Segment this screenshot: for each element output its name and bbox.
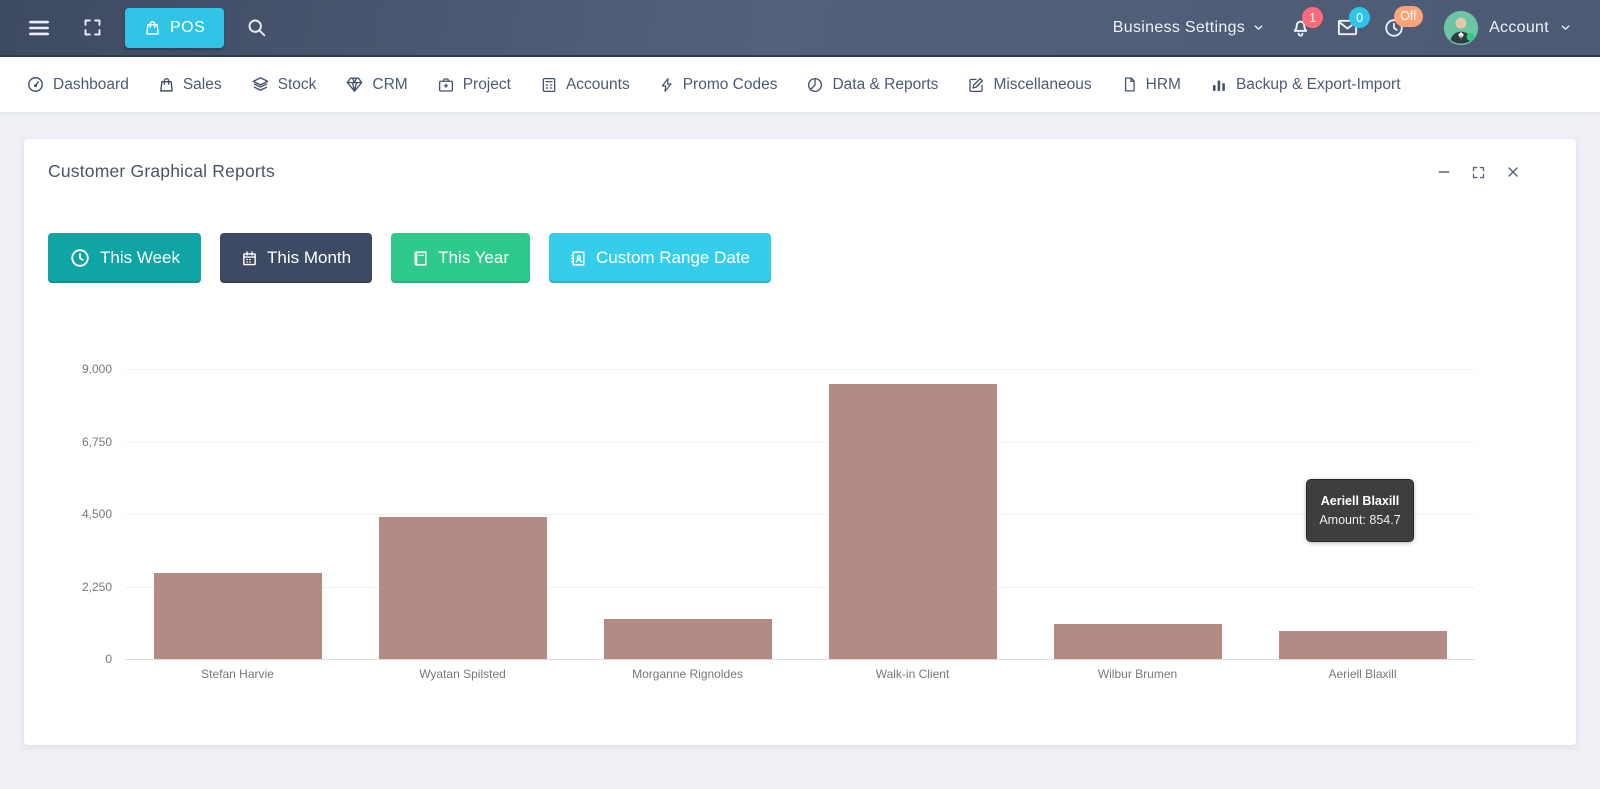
nav-item-dashboard[interactable]: Dashboard [26,75,129,94]
bar-aeriell-blaxill[interactable] [1279,631,1447,659]
notifications-button[interactable]: 1 [1289,16,1312,39]
messages-button[interactable]: 0 [1336,16,1359,39]
nav-item-stock[interactable]: Stock [251,75,317,94]
nav-item-label: CRM [372,76,407,94]
shopping-bag-icon [144,19,161,36]
y-axis-tick-label: 9,000 [42,362,112,376]
nav-item-label: Accounts [566,76,630,94]
bar-morganne-rignoldes[interactable] [604,619,772,659]
nav-item-hrm[interactable]: HRM [1121,76,1181,94]
briefcase-icon [437,76,455,94]
chevron-down-icon [1252,21,1265,34]
bar-walk-in-client[interactable] [829,384,997,659]
nav-item-label: Sales [183,76,222,94]
x-axis-category-label: Wilbur Brumen [1033,667,1243,681]
customer-graphical-reports-card: Customer Graphical Reports This WeekThis… [24,139,1576,745]
nav-item-promo-codes[interactable]: Promo Codes [659,76,778,94]
business-settings-menu[interactable]: Business Settings [1113,19,1265,37]
x-axis-category-label: Morganne Rignoldes [583,667,793,681]
bar-wilbur-brumen[interactable] [1054,624,1222,659]
nav-item-miscellaneous[interactable]: Miscellaneous [967,76,1091,94]
x-axis-category-label: Aeriell Blaxill [1258,667,1468,681]
bolt-icon [659,77,675,93]
pos-button[interactable]: POS [125,8,224,48]
clock-status-badge: Off [1394,6,1422,27]
nav-item-label: Project [463,76,511,94]
avatar [1443,10,1479,46]
x-axis-category-label: Walk-in Client [808,667,1018,681]
hamburger-menu-icon[interactable] [18,7,60,49]
chevron-down-icon [1559,21,1572,34]
business-settings-label: Business Settings [1113,19,1245,37]
pos-button-label: POS [170,19,205,37]
x-axis-category-label: Stefan Harvie [133,667,343,681]
y-axis-tick-label: 4,500 [42,507,112,521]
tooltip-value: Amount: 854.7 [1319,513,1400,527]
chart-tooltip: Aeriell Blaxill Amount: 854.7 [1306,479,1414,542]
gem-icon [345,75,364,94]
nav-item-label: Data & Reports [832,76,938,94]
bar-chart-icon [1210,76,1228,94]
nav-item-sales[interactable]: Sales [158,76,222,94]
nav-item-label: HRM [1146,76,1181,94]
nav-item-label: Miscellaneous [993,76,1091,94]
main-nav: Dashboard Sales Stock CRM Project Accounts Pro… [0,57,1600,113]
tooltip-title: Aeriell Blaxill [1321,494,1400,508]
edit-icon [967,76,985,94]
message-count-badge: 0 [1349,7,1370,28]
search-icon[interactable] [238,9,275,46]
top-navbar: POS Business Settings 1 0 Off Account [0,0,1600,57]
nav-item-backup-export-import[interactable]: Backup & Export-Import [1210,76,1401,94]
bar-stefan-harvie[interactable] [154,573,322,659]
nav-item-accounts[interactable]: Accounts [540,76,630,94]
pie-chart-icon [806,76,824,94]
x-axis-category-label: Wyatan Spilsted [358,667,568,681]
gridline [125,442,1475,443]
nav-item-crm[interactable]: CRM [345,75,407,94]
nav-item-data-reports[interactable]: Data & Reports [806,76,938,94]
nav-item-project[interactable]: Project [437,76,511,94]
topbar-right: Business Settings 1 0 Off Account [1113,10,1572,46]
nav-item-label: Dashboard [53,76,129,94]
nav-item-label: Backup & Export-Import [1236,76,1401,94]
gridline [125,587,1475,588]
y-axis-tick-label: 0 [42,652,112,666]
calculator-icon [540,76,558,94]
account-menu[interactable]: Account [1443,10,1572,46]
fullscreen-icon[interactable] [74,9,111,46]
notification-count-badge: 1 [1302,7,1323,28]
clock-in-out-button[interactable]: Off [1383,17,1405,39]
layers-icon [251,75,270,94]
bar-wyatan-spilsted[interactable] [379,517,547,659]
gridline [125,369,1475,370]
shopping-bag-icon [158,76,175,93]
account-label: Account [1489,19,1549,37]
file-icon [1121,76,1138,93]
gridline [125,514,1475,515]
y-axis-tick-label: 2,250 [42,580,112,594]
nav-item-label: Stock [278,76,317,94]
customer-bar-chart: 0 2,250 4,500 6,750 9,000 Stefan Harvie Wyatan… [24,139,1576,745]
gridline [125,659,1475,660]
dashboard-icon [26,75,45,94]
nav-item-label: Promo Codes [683,76,778,94]
y-axis-tick-label: 6,750 [42,435,112,449]
